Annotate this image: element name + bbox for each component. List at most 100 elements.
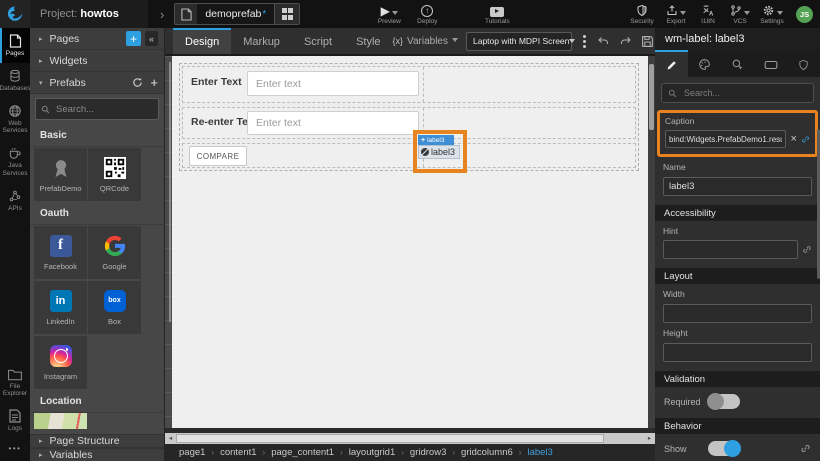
security-button[interactable]: Security: [627, 4, 657, 25]
save-button[interactable]: [641, 35, 654, 48]
canvas-horizontal-scrollbar[interactable]: ◂ ▸: [165, 433, 655, 444]
hint-input[interactable]: [663, 240, 798, 259]
design-canvas[interactable]: Enter Text Re-enter Text COMPARE: [165, 56, 655, 428]
layoutgrid1[interactable]: Enter Text Re-enter Text COMPARE: [179, 63, 639, 171]
show-toggle[interactable]: [708, 441, 740, 456]
tab-events[interactable]: [721, 50, 754, 77]
variables-dropdown[interactable]: {x} Variables: [393, 36, 458, 47]
tab-script[interactable]: Script: [292, 28, 344, 54]
bind-link-icon[interactable]: [801, 134, 810, 145]
sidebar-item-logs[interactable]: Logs: [0, 403, 30, 438]
wavemaker-logo-icon[interactable]: [0, 0, 30, 28]
property-search-box[interactable]: [661, 83, 814, 103]
clear-binding-icon[interactable]: ×: [790, 134, 796, 145]
sidebar-item-pages[interactable]: Pages: [0, 28, 30, 63]
redo-button[interactable]: [619, 35, 632, 47]
pages-section-row[interactable]: ▸ Pages + «: [30, 28, 164, 50]
gridrow-enter-text[interactable]: Enter Text: [182, 66, 636, 103]
prefab-tile-map[interactable]: [34, 413, 87, 429]
enter-text-input[interactable]: [247, 71, 419, 96]
tutorials-button[interactable]: Tutorials: [482, 4, 512, 25]
preview-button[interactable]: ▶ Preview: [374, 4, 404, 25]
sidebar-item-java-services[interactable]: Java Services: [0, 140, 30, 183]
canvas-more-menu[interactable]: [581, 33, 588, 50]
prefab-search-box[interactable]: [35, 98, 159, 120]
breadcrumb-page1[interactable]: page1: [179, 447, 205, 458]
prefab-tile-prefabdemo[interactable]: PrefabDemo: [34, 148, 87, 201]
prefab-tile-qrcode[interactable]: QRCode: [88, 148, 141, 201]
layout-section-header: Layout: [655, 268, 820, 284]
prefabs-section-row[interactable]: ▾ Prefabs +: [30, 72, 164, 94]
tab-design[interactable]: Design: [173, 28, 231, 54]
deploy-button[interactable]: ↑ Deploy: [412, 4, 442, 25]
caption-input[interactable]: [665, 130, 786, 148]
page-structure-section-row[interactable]: ▸ Page Structure: [30, 434, 164, 448]
gridcolumn-empty-1[interactable]: [423, 67, 635, 102]
property-search-input[interactable]: [682, 87, 807, 99]
prefab-tile-google[interactable]: Google: [88, 226, 141, 279]
gridrow3[interactable]: COMPARE: [182, 143, 636, 168]
show-bind-link-icon[interactable]: [800, 443, 811, 454]
prefab-tile-instagram[interactable]: Instagram: [34, 336, 87, 389]
compare-button[interactable]: COMPARE: [189, 146, 247, 166]
tutorials-video-icon: [490, 7, 504, 17]
width-input[interactable]: [663, 304, 812, 323]
widget-drag-handle[interactable]: + label3: [418, 135, 454, 145]
canvas-vertical-scrollbar[interactable]: [648, 56, 655, 428]
breadcrumb-label3[interactable]: label3: [527, 447, 552, 458]
tab-style[interactable]: Style: [344, 28, 392, 54]
settings-button[interactable]: Settings: [757, 4, 787, 25]
facebook-icon: f: [50, 235, 72, 257]
refresh-icon[interactable]: [132, 77, 143, 88]
hscroll-right-arrow-icon[interactable]: ▸: [644, 433, 655, 444]
add-page-button[interactable]: +: [126, 31, 141, 46]
enter-text-label[interactable]: Enter Text: [191, 76, 242, 88]
sidebar-item-file-explorer[interactable]: File Explorer: [0, 362, 30, 404]
inspect-cursor-icon: [731, 58, 744, 71]
vscroll-thumb[interactable]: [649, 64, 654, 130]
label3-widget[interactable]: label3: [418, 145, 460, 159]
tab-devices[interactable]: [754, 50, 787, 77]
prefab-tile-linkedin[interactable]: in LinkedIn: [34, 281, 87, 334]
prefab-search-input[interactable]: [54, 103, 153, 116]
sidebar-item-apis[interactable]: APIs: [0, 183, 30, 218]
ruler-scroll-thumb[interactable]: [169, 62, 171, 322]
open-file-tab[interactable]: demoprefab*: [174, 3, 300, 25]
collapse-panel-button[interactable]: «: [145, 31, 158, 46]
sidebar-item-web-services[interactable]: Web Services: [0, 98, 30, 141]
file-tab-name: demoprefab*: [197, 8, 274, 20]
tab-styles[interactable]: [688, 50, 721, 77]
user-avatar[interactable]: JS: [796, 6, 813, 23]
vcs-chevron-icon: [744, 11, 750, 15]
breadcrumb-gridrow3[interactable]: gridrow3: [410, 447, 446, 458]
breadcrumb-page-content1[interactable]: page_content1: [271, 447, 334, 458]
height-input[interactable]: [663, 343, 812, 362]
vcs-button[interactable]: VCS: [725, 4, 755, 25]
export-button[interactable]: Export: [661, 4, 691, 25]
prefab-tile-box[interactable]: box Box: [88, 281, 141, 334]
palette-icon: [698, 58, 711, 71]
hint-bind-link-icon[interactable]: [802, 244, 812, 255]
hscroll-thumb[interactable]: [176, 434, 604, 443]
pages-grid-icon[interactable]: [274, 4, 299, 24]
prefab-group-oauth: Oauth: [30, 202, 164, 225]
sidebar-overflow-button[interactable]: •••: [0, 438, 30, 461]
i18n-button[interactable]: A I18N: [693, 4, 723, 25]
reenter-text-input[interactable]: [247, 111, 419, 135]
hscroll-left-arrow-icon[interactable]: ◂: [165, 433, 176, 444]
required-toggle[interactable]: [708, 394, 740, 409]
tab-markup[interactable]: Markup: [231, 28, 292, 54]
breadcrumb-gridcolumn6[interactable]: gridcolumn6: [461, 447, 513, 458]
tab-properties[interactable]: [655, 50, 688, 77]
tab-security[interactable]: [787, 50, 820, 77]
sidebar-item-databases[interactable]: Databases: [0, 63, 30, 98]
device-selector[interactable]: Laptop with MDPI Screen: [466, 32, 572, 51]
variables-section-row[interactable]: ▸ Variables: [30, 448, 164, 461]
prefab-tile-facebook[interactable]: f Facebook: [34, 226, 87, 279]
name-input[interactable]: [663, 177, 812, 196]
undo-button[interactable]: [597, 35, 610, 47]
breadcrumb-layoutgrid1[interactable]: layoutgrid1: [349, 447, 395, 458]
gridrow-reenter-text[interactable]: Re-enter Text: [182, 107, 636, 139]
breadcrumb-content1[interactable]: content1: [220, 447, 256, 458]
widgets-section-row[interactable]: ▸ Widgets: [30, 50, 164, 72]
